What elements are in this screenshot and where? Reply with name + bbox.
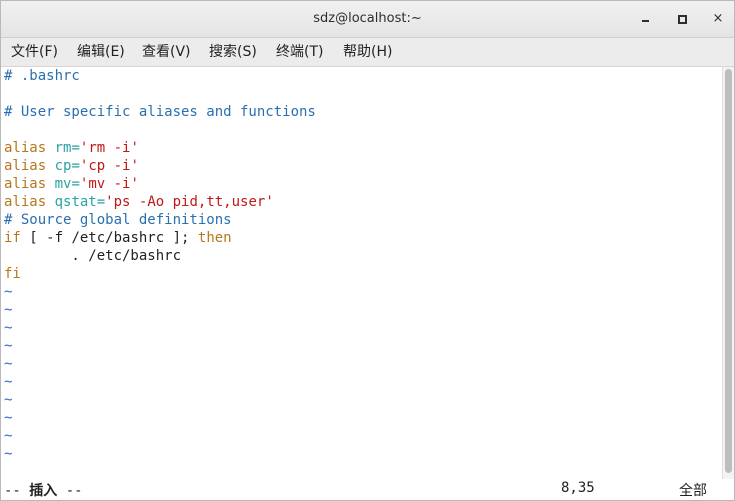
menu-file[interactable]: 文件(F) bbox=[11, 38, 58, 66]
scrollbar[interactable] bbox=[722, 67, 734, 479]
editor-line-11: . /etc/bashrc bbox=[4, 248, 182, 264]
editor-line-8: alias qstat='ps -Ao pid,tt,user' bbox=[4, 194, 274, 210]
empty-line-marker: ~ bbox=[4, 302, 13, 318]
empty-line-marker: ~ bbox=[4, 284, 13, 300]
empty-line-marker: ~ bbox=[4, 338, 13, 354]
empty-line-marker: ~ bbox=[4, 446, 13, 462]
empty-line-marker: ~ bbox=[4, 320, 13, 336]
editor-line-1: # .bashrc bbox=[4, 68, 80, 84]
empty-line-marker: ~ bbox=[4, 410, 13, 426]
editor-line-5: alias rm='rm -i' bbox=[4, 140, 139, 156]
menu-terminal[interactable]: 终端(T) bbox=[276, 38, 323, 66]
empty-line-marker: ~ bbox=[4, 374, 13, 390]
empty-line-marker: ~ bbox=[4, 428, 13, 444]
window-title: sdz@localhost:~ bbox=[313, 11, 422, 26]
menu-edit[interactable]: 编辑(E) bbox=[77, 38, 125, 66]
minimize-button[interactable] bbox=[637, 10, 655, 28]
maximize-icon bbox=[678, 15, 687, 24]
editor-line-3: # User specific aliases and functions bbox=[4, 104, 316, 120]
maximize-button[interactable] bbox=[673, 10, 691, 28]
cursor-position: 8,35 bbox=[561, 480, 595, 496]
menu-help[interactable]: 帮助(H) bbox=[343, 38, 392, 66]
scrollbar-thumb[interactable] bbox=[725, 69, 732, 473]
menu-search[interactable]: 搜索(S) bbox=[209, 38, 257, 66]
scroll-percent: 全部 bbox=[679, 483, 707, 499]
close-icon: × bbox=[712, 11, 724, 26]
editor-line-9: # Source global definitions bbox=[4, 212, 232, 228]
editor-line-12: fi bbox=[4, 266, 21, 282]
editor-line-6: alias cp='cp -i' bbox=[4, 158, 139, 174]
minimize-icon bbox=[642, 20, 649, 22]
mode-indicator: -- 插入 -- bbox=[4, 483, 83, 499]
empty-line-marker: ~ bbox=[4, 392, 13, 408]
empty-line-marker: ~ bbox=[4, 356, 13, 372]
menu-view[interactable]: 查看(V) bbox=[142, 38, 191, 66]
vim-editor[interactable]: # .bashrc # User specific aliases and fu… bbox=[1, 67, 722, 479]
editor-line-10: if [ -f /etc/bashrc ]; then bbox=[4, 230, 232, 246]
editor-line-7: alias mv='mv -i' bbox=[4, 176, 139, 192]
close-button[interactable]: × bbox=[709, 10, 727, 28]
terminal-window: sdz@localhost:~ × 文件(F) 编辑(E) 查看(V) 搜索(S… bbox=[0, 0, 735, 501]
title-bar[interactable]: sdz@localhost:~ × bbox=[1, 1, 734, 38]
menu-bar: 文件(F) 编辑(E) 查看(V) 搜索(S) 终端(T) 帮助(H) bbox=[1, 38, 734, 67]
vim-status-line: -- 插入 -- 8,35 全部 bbox=[1, 479, 734, 500]
